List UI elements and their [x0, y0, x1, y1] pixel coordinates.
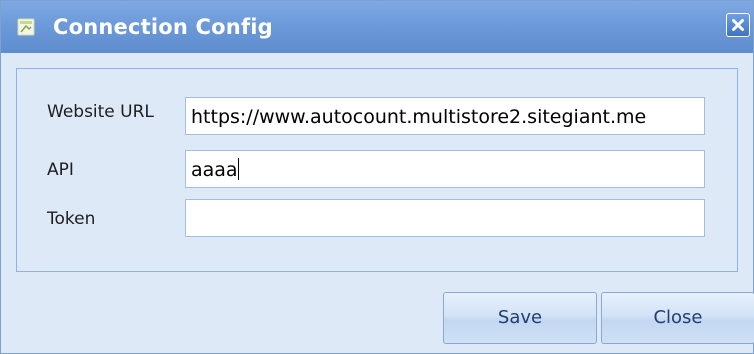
window-title: Connection Config	[53, 15, 273, 39]
token-label: Token	[47, 209, 96, 229]
connection-fields-group: Website URL https://www.autocount.multis…	[16, 68, 738, 272]
website-url-field[interactable]: https://www.autocount.multistore2.sitegi…	[185, 97, 705, 135]
website-url-label: Website URL	[47, 102, 154, 122]
title-bar[interactable]: Connection Config	[1, 1, 753, 53]
connection-config-window: Connection Config Website URL https://ww…	[0, 0, 754, 354]
token-field[interactable]	[185, 199, 705, 237]
close-button[interactable]: Close	[601, 292, 754, 344]
api-value: aaaa	[191, 159, 238, 181]
api-label: API	[47, 160, 74, 180]
api-field[interactable]: aaaa	[185, 150, 705, 188]
close-icon[interactable]	[726, 13, 750, 37]
text-caret	[237, 158, 239, 180]
save-button[interactable]: Save	[443, 292, 597, 344]
form-icon	[17, 18, 35, 36]
website-url-value: https://www.autocount.multistore2.sitegi…	[191, 106, 647, 128]
